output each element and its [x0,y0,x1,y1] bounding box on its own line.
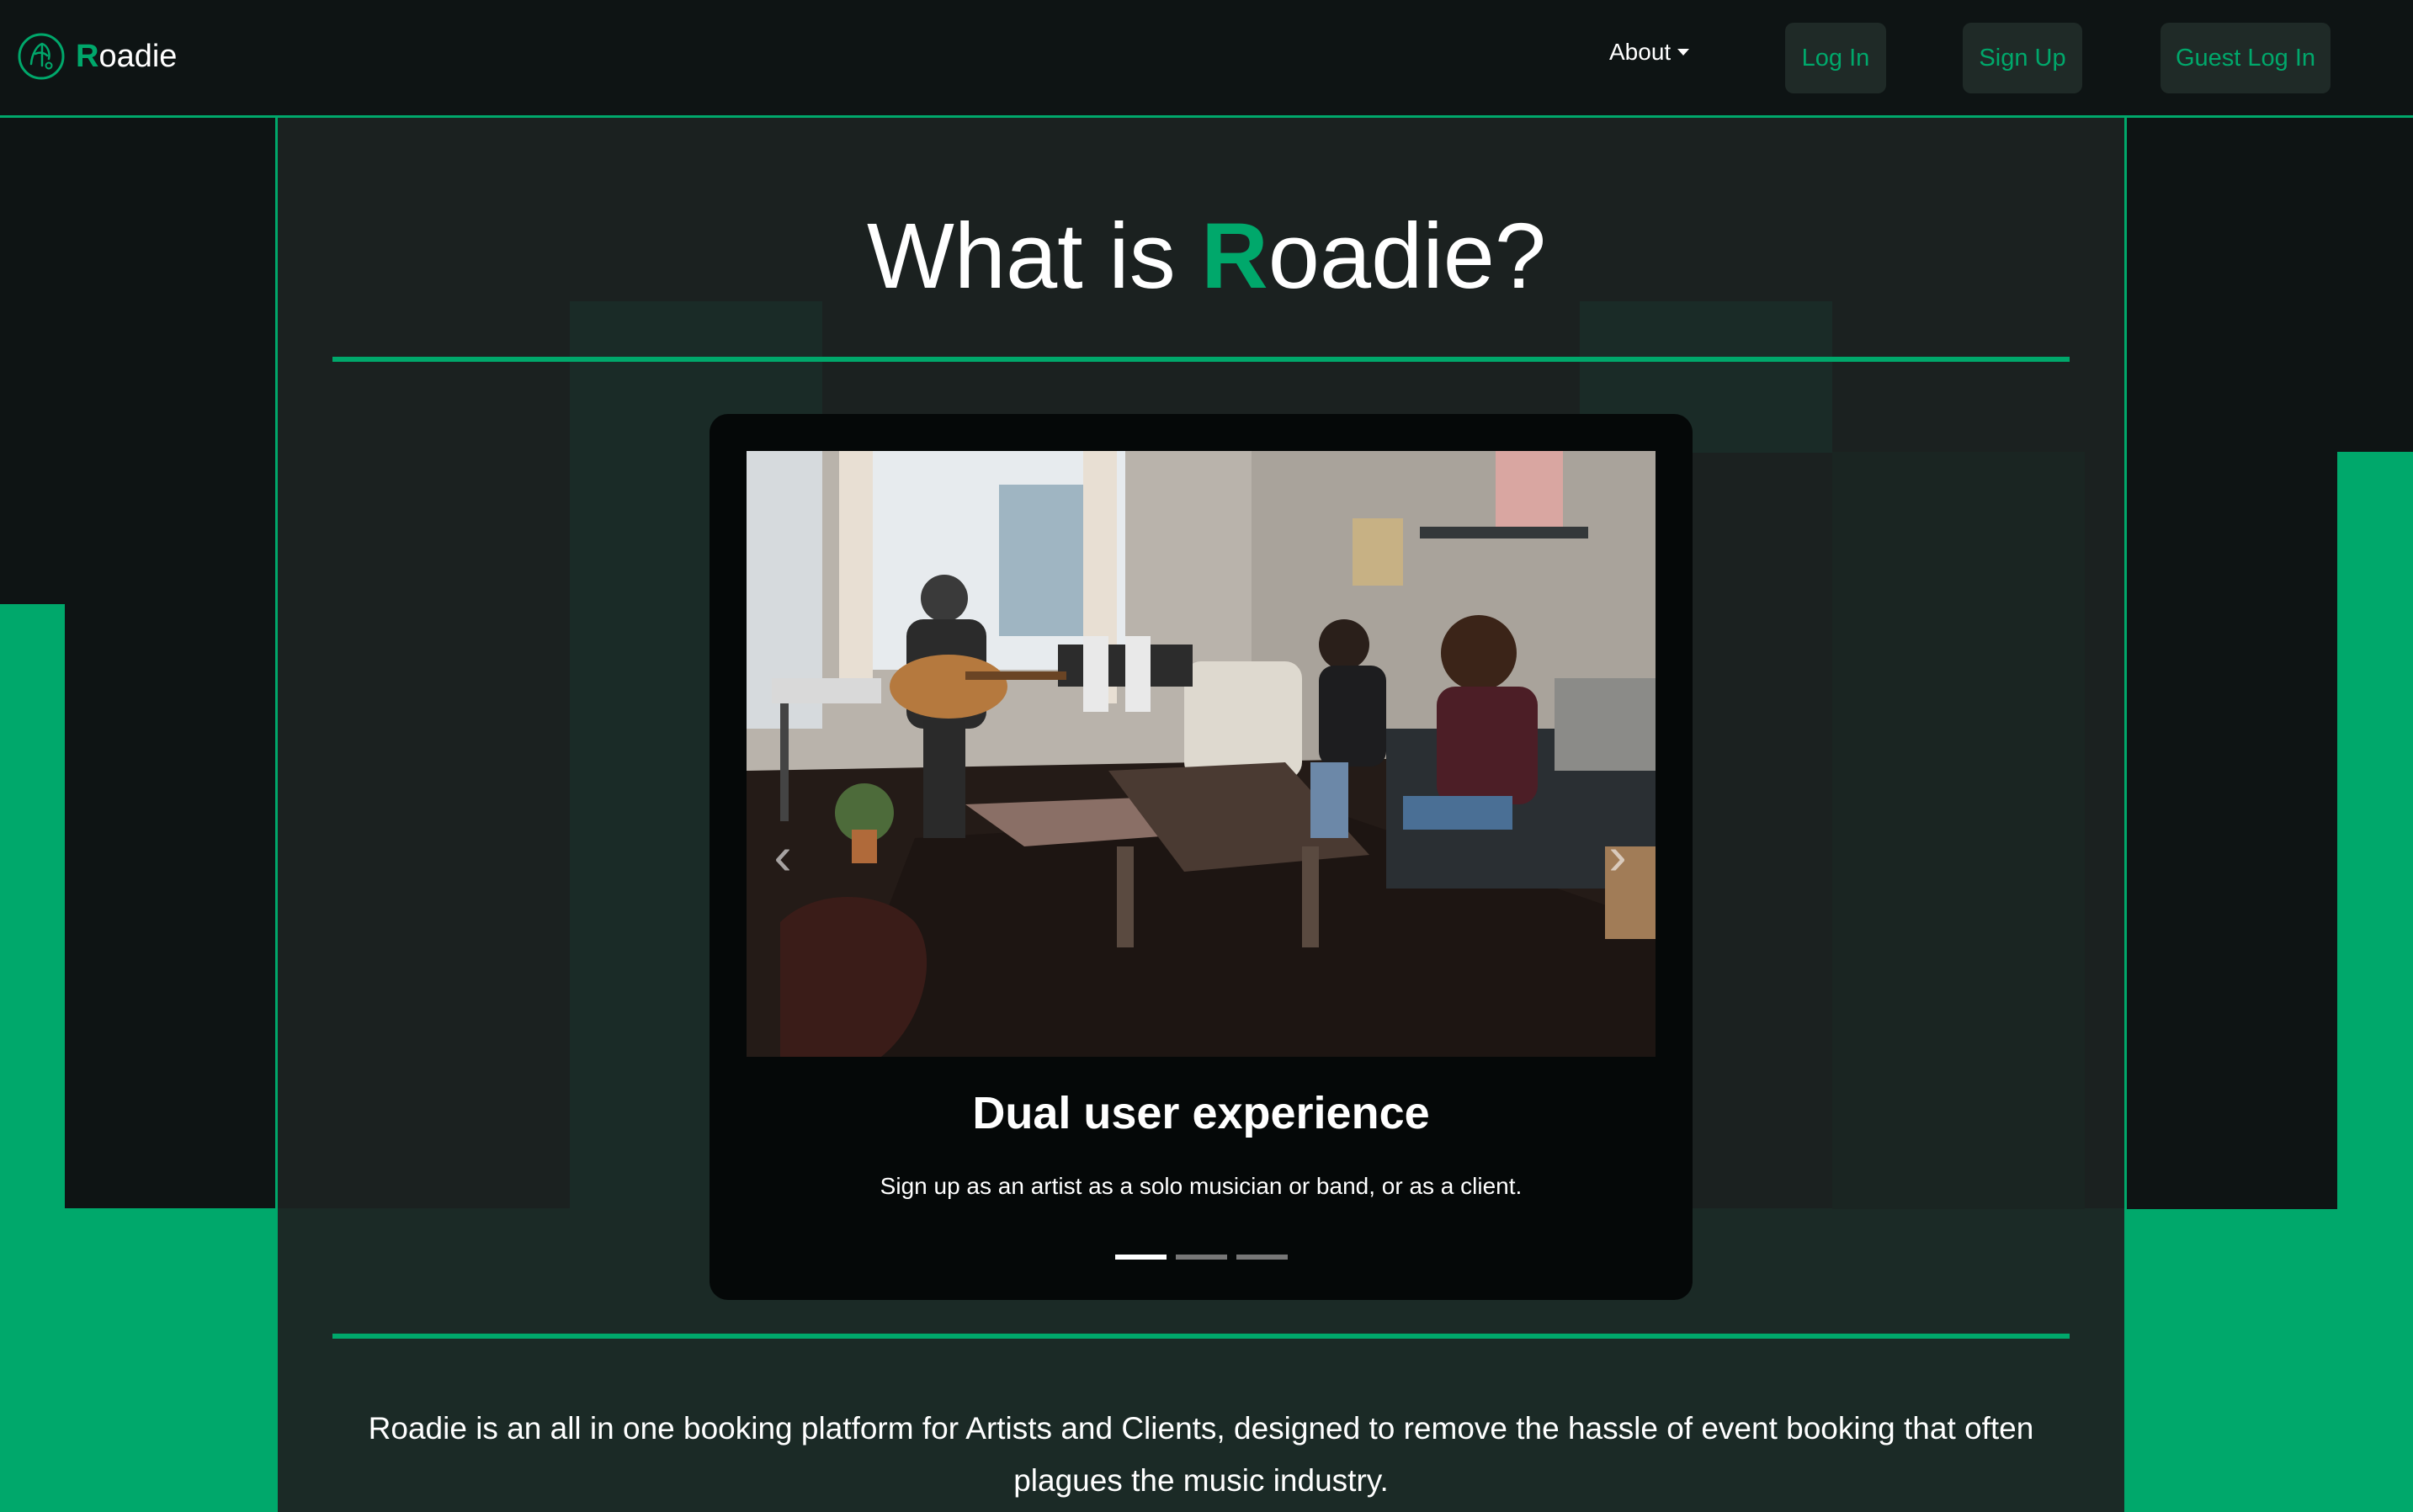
carousel [710,414,1693,1300]
guest-login-button[interactable]: Guest Log In [2161,23,2331,93]
description-text: Roadie is an all in one booking platform… [368,1411,2034,1498]
slide-text: Sign up as an artist as a solo musician … [880,1173,1523,1199]
caret-down-icon [1677,49,1690,56]
slide-image [747,451,1656,1057]
about-dropdown[interactable]: About [1609,39,1690,66]
carousel-prev-button[interactable]: ‹ [757,818,808,894]
divider [332,357,2070,362]
background-dark-block [65,604,278,1208]
brand-link[interactable]: Roadie [17,32,177,81]
background-green-block [0,604,65,1512]
background-green-block [2337,452,2413,1512]
carousel-indicator[interactable] [1115,1255,1167,1260]
background-panel [1832,452,2085,1209]
login-button[interactable]: Log In [1785,23,1886,93]
chevron-left-icon: ‹ [773,825,792,886]
carousel-indicators [1115,1255,1288,1260]
slide-title: Dual user experience [972,1088,1430,1138]
signup-button[interactable]: Sign Up [1963,23,2082,93]
roadie-logo-icon [18,33,65,80]
navbar: Roadie About Log In Sign Up Guest Log In [0,0,2413,118]
divider [332,1334,2070,1339]
page-title: What is Roadie? [866,204,1547,308]
living-room-photo [747,451,1656,1057]
carousel-indicator[interactable] [1176,1255,1227,1260]
carousel-indicator[interactable] [1236,1255,1288,1260]
carousel-next-button[interactable]: › [1592,818,1643,894]
brand-name: Roadie [76,38,178,74]
chevron-right-icon: › [1608,825,1627,886]
about-label: About [1609,39,1672,65]
